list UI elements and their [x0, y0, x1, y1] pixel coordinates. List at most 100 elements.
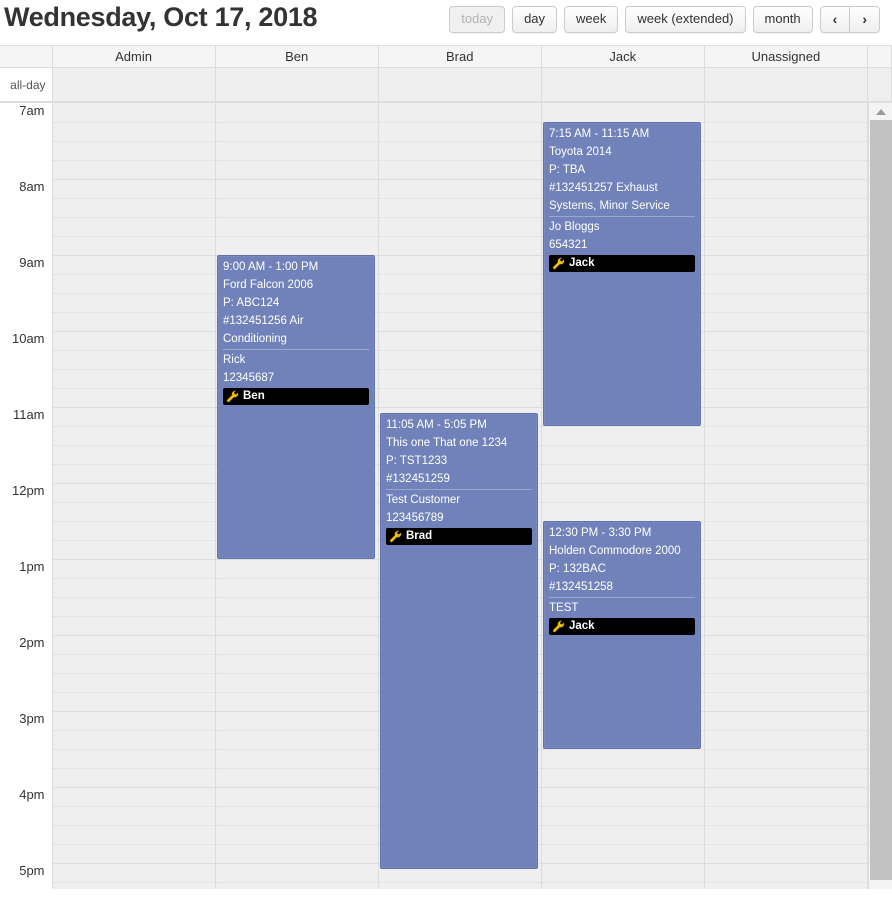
time-slot-cell[interactable]: [378, 350, 542, 370]
time-slot-cell[interactable]: [704, 825, 869, 845]
time-slot-cell[interactable]: [704, 863, 869, 883]
time-slot-cell[interactable]: [541, 768, 705, 788]
time-slot-cell[interactable]: [215, 578, 379, 598]
time-slot-cell[interactable]: [541, 502, 705, 522]
time-slot-cell[interactable]: [215, 103, 379, 123]
time-slot-cell[interactable]: [52, 692, 216, 712]
time-slot-cell[interactable]: [704, 236, 869, 256]
time-slot-cell[interactable]: [52, 825, 216, 845]
time-slot-cell[interactable]: [541, 483, 705, 503]
time-slot-cell[interactable]: [52, 407, 216, 427]
time-slot-cell[interactable]: [215, 236, 379, 256]
time-slot-cell[interactable]: [704, 312, 869, 332]
time-slot-cell[interactable]: [378, 331, 542, 351]
time-slot-cell[interactable]: [378, 122, 542, 142]
all-day-cell-ben[interactable]: [214, 67, 379, 102]
scroll-up-arrow-icon[interactable]: [869, 103, 892, 120]
time-slot-cell[interactable]: [215, 198, 379, 218]
time-slot-cell[interactable]: [704, 768, 869, 788]
time-slot-cell[interactable]: [704, 521, 869, 541]
time-slot-cell[interactable]: [704, 540, 869, 560]
time-slot-cell[interactable]: [704, 331, 869, 351]
time-slot-cell[interactable]: [704, 274, 869, 294]
time-slot-cell[interactable]: [215, 597, 379, 617]
time-slot-cell[interactable]: [52, 635, 216, 655]
time-slot-cell[interactable]: [541, 787, 705, 807]
time-slot-cell[interactable]: [52, 217, 216, 237]
time-slot-cell[interactable]: [704, 103, 869, 123]
time-slot-cell[interactable]: [704, 179, 869, 199]
calendar-event[interactable]: 12:30 PM - 3:30 PM Holden Commodore 2000 P…: [543, 521, 701, 749]
time-slot-cell[interactable]: [215, 654, 379, 674]
time-slot-cell[interactable]: [378, 179, 542, 199]
time-slot-cell[interactable]: [52, 350, 216, 370]
time-slot-cell[interactable]: [52, 540, 216, 560]
time-slot-cell[interactable]: [704, 426, 869, 446]
time-slot-cell[interactable]: [704, 654, 869, 674]
time-slot-cell[interactable]: [704, 673, 869, 693]
time-slot-cell[interactable]: [215, 844, 379, 864]
all-day-cell-unassigned[interactable]: [703, 67, 868, 102]
time-slot-cell[interactable]: [704, 844, 869, 864]
event-resize-handle[interactable]: [544, 738, 700, 746]
time-slot-cell[interactable]: [541, 844, 705, 864]
time-slot-cell[interactable]: [52, 673, 216, 693]
time-slot-cell[interactable]: [52, 312, 216, 332]
prev-period-button[interactable]: ‹: [819, 6, 851, 33]
time-slot-cell[interactable]: [52, 388, 216, 408]
time-slot-cell[interactable]: [704, 635, 869, 655]
time-slot-cell[interactable]: [378, 274, 542, 294]
time-slot-cell[interactable]: [704, 787, 869, 807]
event-resize-handle[interactable]: [544, 415, 700, 423]
time-slot-cell[interactable]: [704, 749, 869, 769]
time-slot-cell[interactable]: [52, 236, 216, 256]
time-slot-cell[interactable]: [704, 483, 869, 503]
event-resize-handle[interactable]: [381, 858, 537, 866]
time-slot-cell[interactable]: [52, 730, 216, 750]
time-slot-cell[interactable]: [541, 426, 705, 446]
time-slot-cell[interactable]: [704, 217, 869, 237]
time-slot-cell[interactable]: [52, 255, 216, 275]
time-slot-cell[interactable]: [52, 274, 216, 294]
time-slot-cell[interactable]: [704, 559, 869, 579]
time-slot-cell[interactable]: [52, 616, 216, 636]
time-slot-cell[interactable]: [704, 730, 869, 750]
time-slot-cell[interactable]: [52, 882, 216, 889]
calendar-event[interactable]: 7:15 AM - 11:15 AM Toyota 2014 P: TBA #1324…: [543, 122, 701, 426]
time-slot-cell[interactable]: [52, 768, 216, 788]
time-slot-cell[interactable]: [704, 255, 869, 275]
resource-header-jack[interactable]: Jack: [540, 45, 705, 68]
time-slot-cell[interactable]: [704, 350, 869, 370]
calendar-body-scroll[interactable]: 7am 8am 9am 10am 11am 12pm 1pm 2pm 3pm 4pm 5pm 9:0…: [0, 102, 892, 889]
time-slot-cell[interactable]: [52, 844, 216, 864]
time-slot-cell[interactable]: [52, 559, 216, 579]
time-slot-cell[interactable]: [215, 825, 379, 845]
time-slot-cell[interactable]: [704, 616, 869, 636]
time-slot-cell[interactable]: [52, 426, 216, 446]
time-slot-cell[interactable]: [704, 445, 869, 465]
time-slot-cell[interactable]: [541, 825, 705, 845]
time-slot-cell[interactable]: [704, 122, 869, 142]
time-slot-cell[interactable]: [378, 255, 542, 275]
event-resize-handle[interactable]: [218, 548, 374, 556]
time-slot-cell[interactable]: [378, 160, 542, 180]
view-week-button[interactable]: week: [564, 6, 619, 33]
time-slot-cell[interactable]: [52, 578, 216, 598]
today-button[interactable]: today: [449, 6, 506, 33]
time-slot-cell[interactable]: [541, 882, 705, 889]
time-slot-cell[interactable]: [704, 502, 869, 522]
time-slot-cell[interactable]: [704, 597, 869, 617]
time-slot-cell[interactable]: [52, 179, 216, 199]
time-slot-cell[interactable]: [52, 122, 216, 142]
time-slot-cell[interactable]: [704, 882, 869, 889]
time-slot-cell[interactable]: [541, 806, 705, 826]
calendar-event[interactable]: 9:00 AM - 1:00 PM Ford Falcon 2006 P: ABC1…: [217, 255, 375, 559]
time-slot-cell[interactable]: [378, 217, 542, 237]
time-slot-cell[interactable]: [704, 711, 869, 731]
time-slot-cell[interactable]: [704, 806, 869, 826]
time-slot-cell[interactable]: [52, 787, 216, 807]
time-slot-cell[interactable]: [52, 445, 216, 465]
time-slot-cell[interactable]: [215, 122, 379, 142]
time-slot-cell[interactable]: [215, 179, 379, 199]
time-slot-cell[interactable]: [215, 806, 379, 826]
